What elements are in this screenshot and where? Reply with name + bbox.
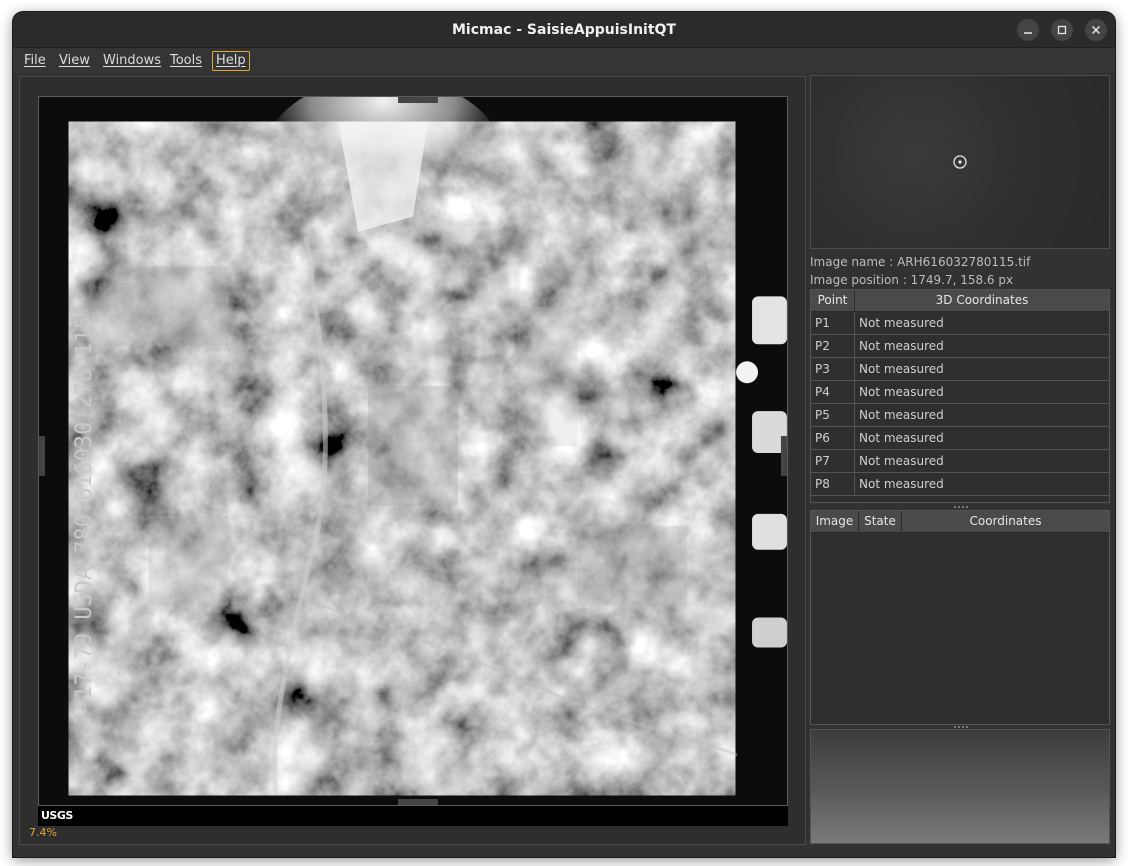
menu-windows[interactable]: Windows [100, 51, 164, 71]
close-button[interactable] [1085, 19, 1107, 41]
app-window: Micmac - SaisieAppuisInitQT File View Wi… [13, 12, 1115, 857]
point-cell: P2 [811, 335, 855, 357]
coordinates-cell: Not measured [859, 477, 944, 491]
point-cell: P6 [811, 427, 855, 449]
splitter-handle[interactable] [954, 506, 968, 509]
zoom-level: 7.4% [29, 826, 57, 839]
point-cell: P7 [811, 450, 855, 472]
point-cell: P1 [811, 312, 855, 334]
table-row[interactable]: P5 Not measured [811, 404, 1109, 427]
point-cell: P3 [811, 358, 855, 380]
column-header-point[interactable]: Point [811, 290, 855, 311]
table-row[interactable]: P7 Not measured [811, 450, 1109, 473]
table-row[interactable]: P8 Not measured [811, 473, 1109, 496]
aerial-photo[interactable]: 7-17-79 USDA 780 616030 278-115 [38, 96, 788, 806]
points-table-header: Point 3D Coordinates [811, 290, 1109, 312]
image-position-label: Image position : 1749.7, 158.6 px [810, 273, 1014, 287]
image-name-label: Image name : ARH616032780115.tif [810, 255, 1031, 269]
coordinates-cell: Not measured [859, 408, 944, 422]
point-cell: P5 [811, 404, 855, 426]
column-header-state[interactable]: State [859, 511, 902, 532]
table-row[interactable]: P3 Not measured [811, 358, 1109, 381]
coordinates-cell: Not measured [859, 316, 944, 330]
title-bar: Micmac - SaisieAppuisInitQT [13, 12, 1115, 48]
preview-panel [810, 729, 1110, 844]
menu-view[interactable]: View [56, 51, 93, 71]
images-table[interactable]: Image State Coordinates [810, 510, 1110, 725]
minimize-button[interactable] [1017, 19, 1039, 41]
coordinates-cell: Not measured [859, 339, 944, 353]
menu-tools[interactable]: Tools [167, 51, 205, 71]
zoom-window[interactable] [810, 75, 1110, 249]
image-viewer[interactable]: 7-17-79 USDA 780 616030 278-115 USGS 7.4… [19, 76, 806, 845]
point-cell: P4 [811, 381, 855, 403]
photo-footer-strip: USGS [38, 806, 788, 826]
target-crosshair-icon [953, 155, 967, 169]
usgs-logo: USGS [41, 809, 73, 822]
coordinates-cell: Not measured [859, 454, 944, 468]
column-header-3d-coordinates[interactable]: 3D Coordinates [855, 290, 1109, 311]
minimize-icon [1024, 32, 1032, 34]
images-table-header: Image State Coordinates [811, 511, 1109, 533]
maximize-icon [1057, 25, 1067, 35]
coordinates-cell: Not measured [859, 385, 944, 399]
point-cell: P8 [811, 473, 855, 495]
column-header-image[interactable]: Image [811, 511, 859, 532]
column-header-coordinates[interactable]: Coordinates [902, 511, 1109, 532]
points-table[interactable]: Point 3D Coordinates P1 Not measured P2 No… [810, 289, 1110, 503]
window-title: Micmac - SaisieAppuisInitQT [452, 22, 676, 38]
close-icon [1092, 26, 1100, 34]
svg-text:7-17-79 USDA 780 616030: 7-17-79 USDA 780 616030 278-115 [72, 316, 97, 725]
coordinates-cell: Not measured [859, 362, 944, 376]
menu-file[interactable]: File [21, 51, 49, 71]
table-row[interactable]: P4 Not measured [811, 381, 1109, 404]
menu-help[interactable]: Help [212, 51, 250, 71]
coordinates-cell: Not measured [859, 431, 944, 445]
maximize-button[interactable] [1051, 19, 1073, 41]
table-row[interactable]: P6 Not measured [811, 427, 1109, 450]
table-row[interactable]: P2 Not measured [811, 335, 1109, 358]
menu-bar: File View Windows Tools Help [13, 49, 1115, 73]
table-row[interactable]: P1 Not measured [811, 312, 1109, 335]
